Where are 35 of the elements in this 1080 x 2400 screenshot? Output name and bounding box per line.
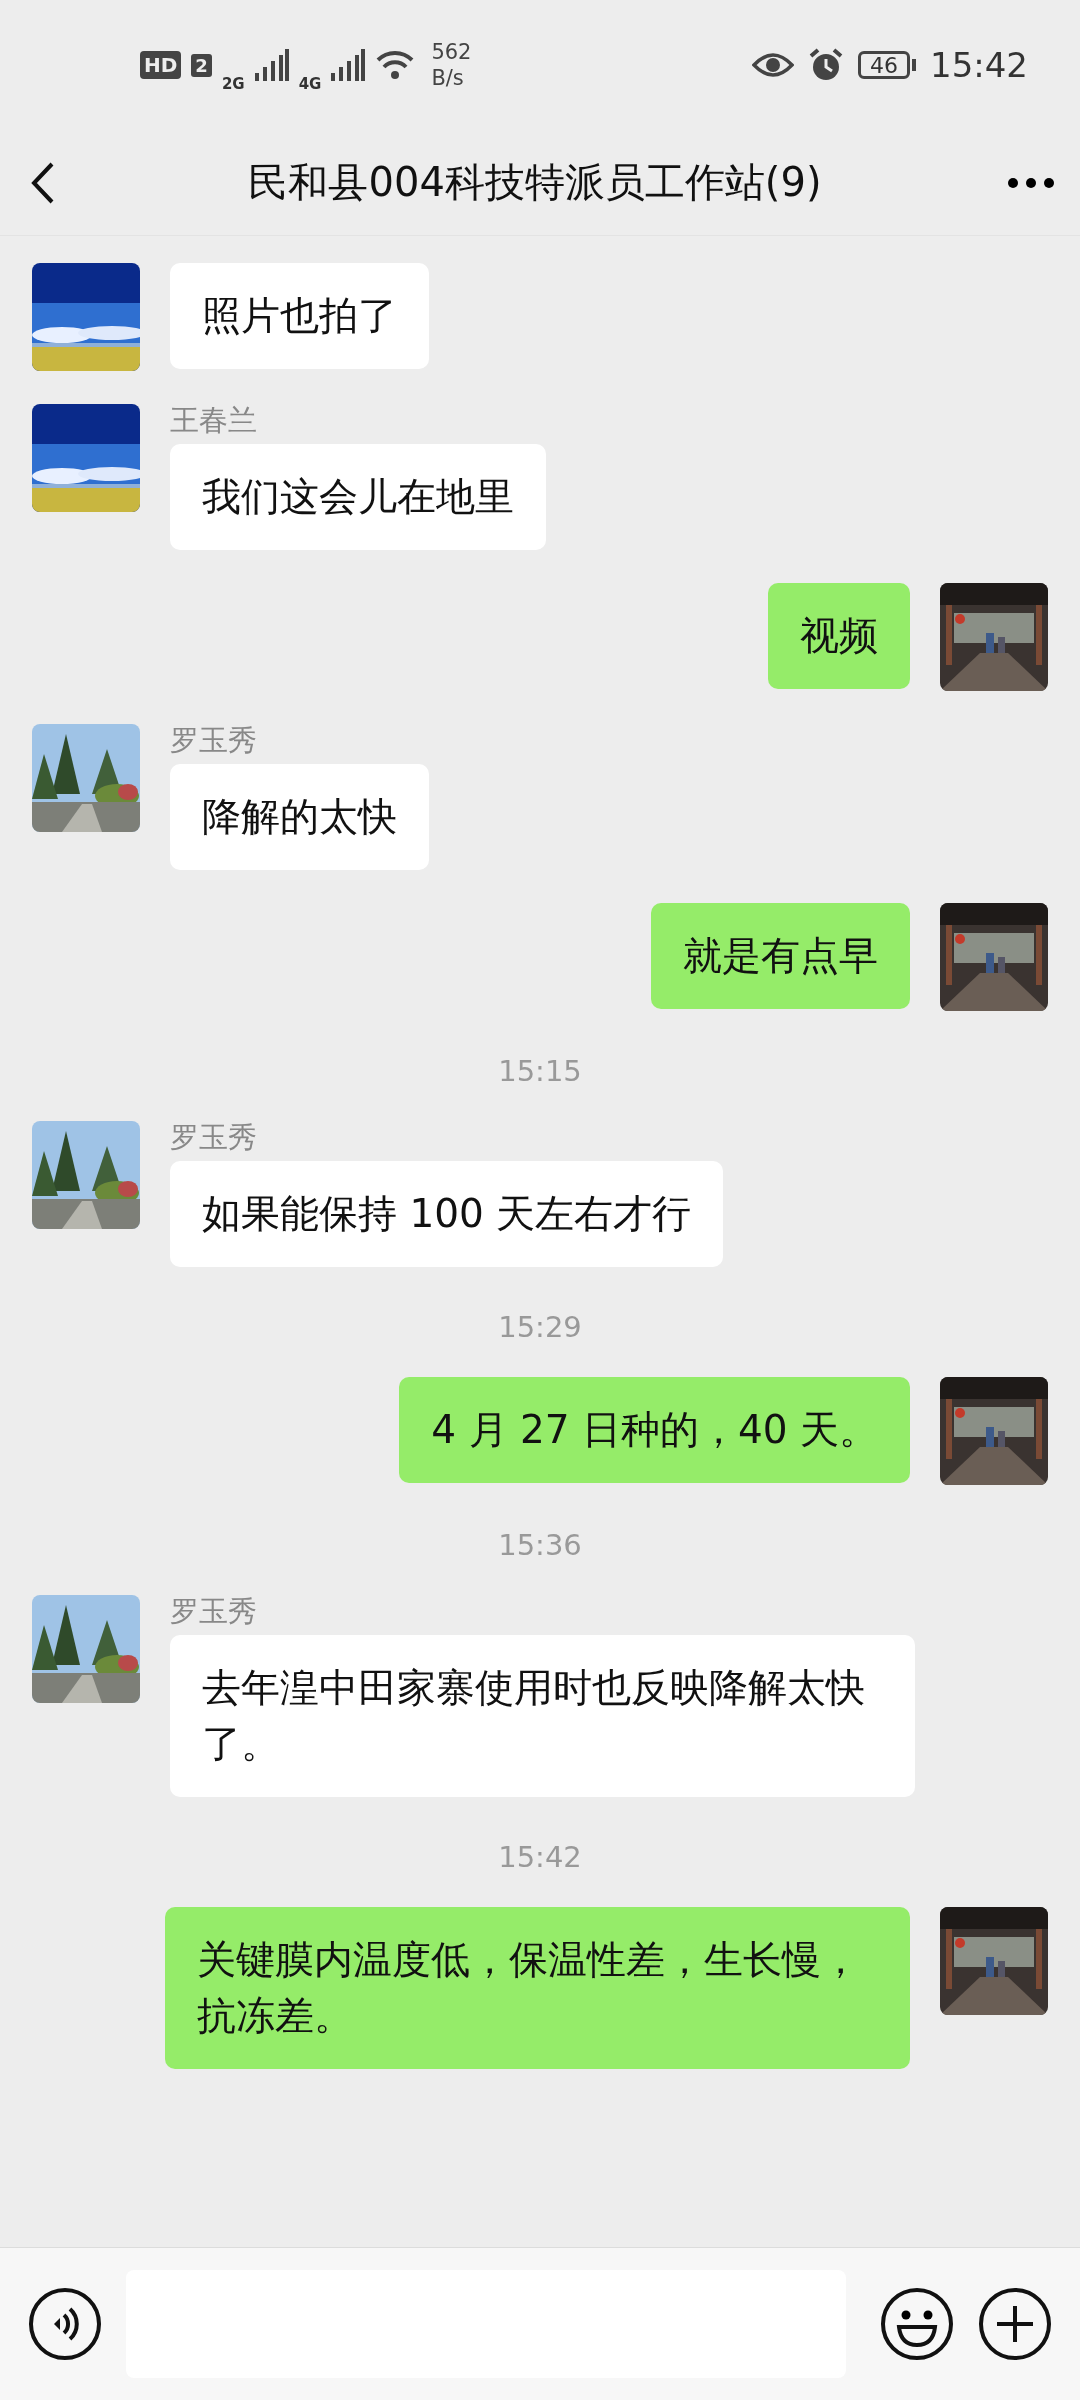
alarm-icon [808,47,844,83]
network-label: 4G [298,75,322,93]
message-bubble[interactable]: 4 月 27 日种的，40 天。 [399,1377,910,1483]
sender-name: 罗玉秀 [170,1595,258,1627]
message-bubble[interactable]: 照片也拍了 [170,263,429,369]
timestamp: 15:15 [498,1053,582,1088]
voice-icon[interactable] [28,2287,102,2361]
more-icon[interactable] [1006,175,1056,190]
timestamp: 15:29 [498,1309,582,1344]
network-label: 2G [221,75,245,93]
sender-name: 王春兰 [170,404,258,436]
sender-name: 罗玉秀 [170,1121,258,1153]
message-bubble[interactable]: 降解的太快 [170,764,429,870]
timestamp: 15:42 [498,1839,582,1874]
sender-name: 罗玉秀 [170,724,258,756]
status-time: 15:42 [930,45,1028,85]
speed-value: 562 [431,39,472,65]
message-bubble[interactable]: 关键膜内温度低，保温性差，生长慢，抗冻差。 [165,1907,910,2069]
chat-title: 民和县004科技特派员工作站(9) [247,158,823,207]
message-bubble[interactable]: 我们这会儿在地里 [170,444,546,550]
signal-icon [254,49,289,81]
eye-icon [752,51,794,79]
message-bubble[interactable]: 如果能保持 100 天左右才行 [170,1161,724,1267]
wifi-icon [375,48,416,82]
message-bubble[interactable]: 去年湟中田家寨使用时也反映降解太快了。 [170,1635,915,1797]
timestamp: 15:36 [498,1527,582,1562]
message-bubble[interactable]: 视频 [768,583,910,689]
sim-indicator: 2 [191,53,212,77]
message-bubble[interactable]: 就是有点早 [651,903,910,1009]
battery-indicator: 46 [858,51,910,79]
speed-unit: B/s [431,65,465,91]
signal-icon [331,49,366,81]
emoji-icon[interactable] [880,2287,954,2361]
hd-indicator: HD [140,51,182,79]
add-icon[interactable] [978,2287,1052,2361]
